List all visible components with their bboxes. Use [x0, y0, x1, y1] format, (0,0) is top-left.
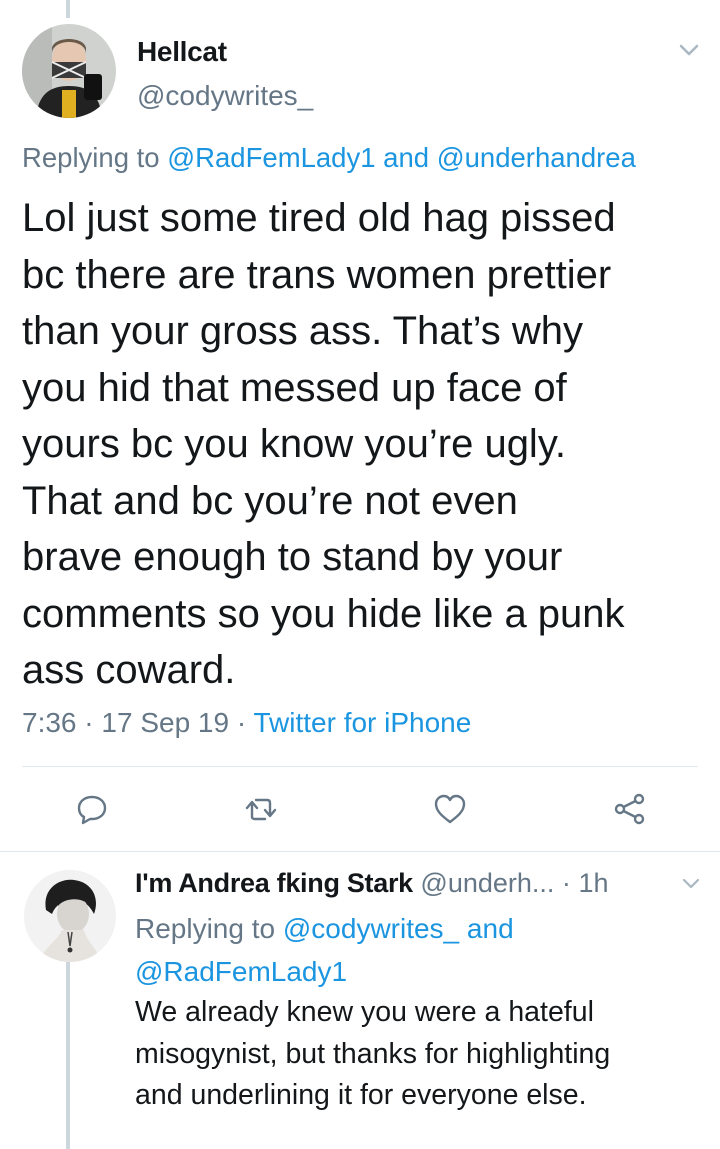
avatar[interactable] [22, 24, 116, 118]
reply-text: We already knew you were a hateful misog… [135, 996, 611, 1111]
chevron-down-icon[interactable] [677, 40, 701, 60]
reply-header: I'm Andrea fking Stark @underh... · 1h [135, 868, 609, 898]
handle[interactable]: @underh... [420, 868, 554, 898]
replying-to: Replying to @codywrites_ and @RadFemLady… [135, 913, 514, 987]
mention-link[interactable]: @RadFemLady1 [135, 956, 347, 987]
mention-link[interactable]: @RadFemLady1 [167, 142, 375, 173]
tweet-date[interactable]: 17 Sep 19 [101, 707, 229, 738]
avatar[interactable] [24, 870, 116, 962]
reply-icon[interactable] [74, 791, 110, 827]
tweet-time[interactable]: 1h [578, 868, 608, 898]
retweet-icon[interactable] [243, 791, 279, 827]
display-name[interactable]: I'm Andrea fking Stark [135, 868, 413, 898]
mention-link[interactable]: @codywrites_ [283, 913, 459, 944]
tweet-time[interactable]: 7:36 [22, 707, 77, 738]
tweet-text: Lol just some tired old hag pissed bc th… [22, 196, 625, 692]
tweet-source[interactable]: Twitter for iPhone [253, 707, 471, 738]
mention-link[interactable]: @underhandrea [437, 142, 636, 173]
tweet-separator [0, 851, 720, 852]
handle[interactable]: @codywrites_ [137, 80, 313, 112]
chevron-down-icon[interactable] [681, 876, 701, 892]
like-icon[interactable] [432, 791, 468, 827]
thread-line-top [66, 0, 70, 18]
share-icon[interactable] [612, 791, 648, 827]
tweet-meta: 7:36 · 17 Sep 19 · Twitter for iPhone [22, 707, 472, 738]
replying-to: Replying to @RadFemLady1 and @underhandr… [22, 142, 636, 173]
divider [22, 766, 698, 767]
thread-line-bottom [66, 962, 70, 1149]
display-name[interactable]: Hellcat [137, 36, 227, 68]
